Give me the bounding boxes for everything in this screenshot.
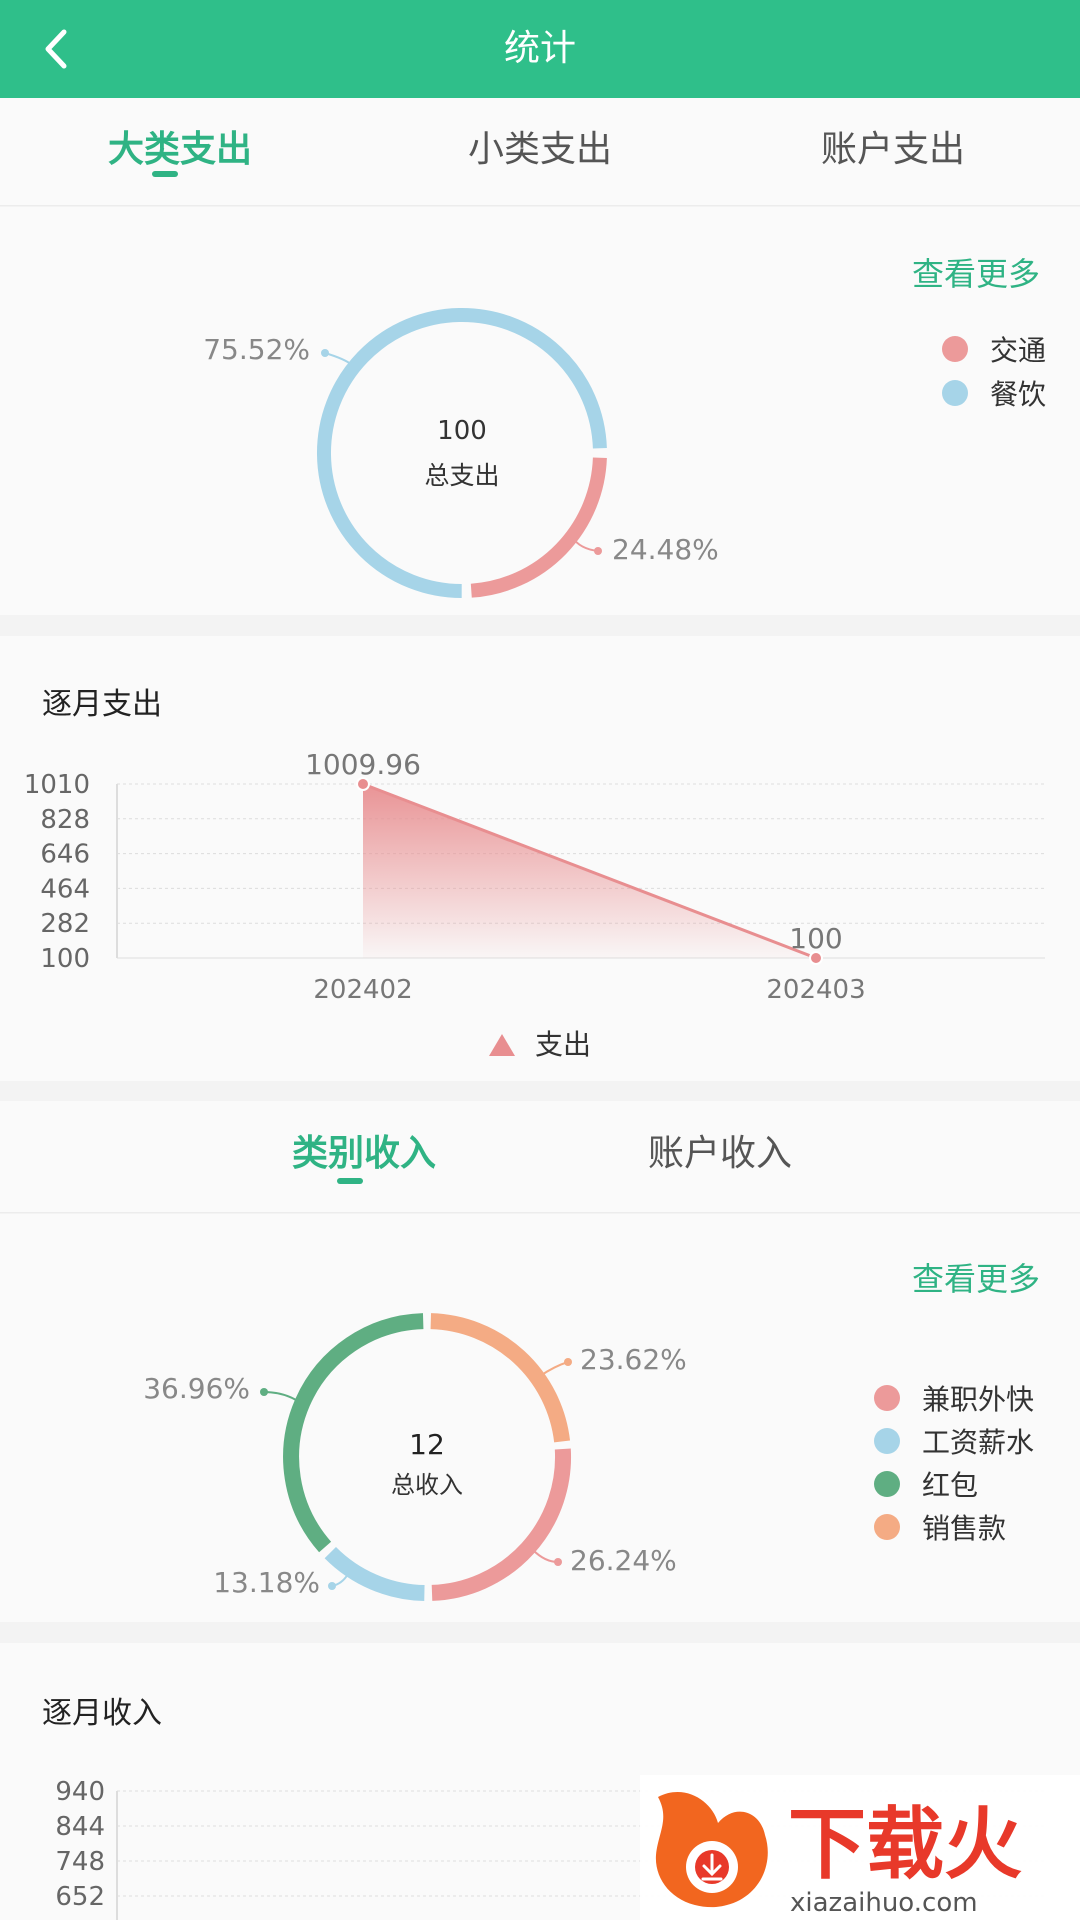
legend-dot bbox=[874, 1514, 900, 1540]
legend-label: 兼职外快 bbox=[922, 1383, 1035, 1416]
pie-label-food: 75.52% bbox=[203, 333, 310, 366]
tab-major-expense[interactable]: 大类支出 bbox=[60, 98, 300, 202]
pie-center-label: 总收入 bbox=[391, 1471, 463, 1499]
y-tick-label: 828 bbox=[40, 805, 90, 835]
expense-tab-bar: 大类支出 小类支出 账户支出 bbox=[0, 98, 1080, 206]
y-tick-label: 282 bbox=[40, 909, 90, 939]
legend-item-redpacket: 红包 bbox=[874, 1464, 978, 1504]
monthly-expense-chart: 1010 828 646 464 282 100 202402 202403 1009.96… bbox=[24, 748, 1045, 1061]
legend-label: 工资薪水 bbox=[922, 1426, 1035, 1459]
expense-pie-card: 查看更多 75.52% 24.48% 100 总支出 交通 餐饮 bbox=[0, 207, 1080, 615]
y-tick-label: 652 bbox=[55, 1882, 105, 1912]
y-tick-label: 464 bbox=[40, 874, 90, 904]
legend-label: 红包 bbox=[922, 1469, 979, 1502]
y-tick-label: 646 bbox=[40, 840, 90, 870]
legend-item-food: 餐饮 bbox=[942, 373, 1046, 413]
income-pie-chart: 36.96% 23.62% 26.24% 13.18% 12 总收入 bbox=[143, 1313, 687, 1601]
pie-slice-salary bbox=[324, 1546, 425, 1601]
pie-label-salary: 13.18% bbox=[213, 1566, 320, 1599]
pie-label-sales: 23.62% bbox=[580, 1343, 687, 1376]
pie-slice-redpacket bbox=[283, 1313, 424, 1553]
legend-dot bbox=[874, 1471, 900, 1497]
pie-center-label: 总支出 bbox=[424, 461, 499, 490]
app-bar: 统计 bbox=[0, 0, 1080, 98]
legend-dot bbox=[942, 380, 968, 406]
triangle-icon bbox=[489, 1034, 515, 1056]
active-tab-indicator bbox=[152, 171, 178, 177]
y-tick-label: 100 bbox=[40, 944, 90, 974]
legend-label: 销售款 bbox=[922, 1512, 1007, 1545]
monthly-expense-card: 逐月支出 1010 828 646 464 282 100 202402 202403 10… bbox=[0, 636, 1080, 1081]
leader-dot-traffic bbox=[594, 547, 602, 555]
y-tick-label: 748 bbox=[55, 1847, 105, 1877]
y-tick-label: 940 bbox=[55, 1777, 105, 1807]
tab-minor-expense[interactable]: 小类支出 bbox=[420, 98, 660, 202]
watermark-text-en: xiazaihuo.com bbox=[790, 1888, 978, 1918]
y-tick-label: 1010 bbox=[24, 770, 90, 800]
watermark-logo: 下载火 xiazaihuo.com bbox=[655, 1792, 1022, 1918]
watermark: 下载火 xiazaihuo.com bbox=[640, 1775, 1080, 1920]
legend-item-parttime: 兼职外快 bbox=[874, 1378, 1034, 1418]
pie-center-value: 100 bbox=[437, 416, 487, 446]
legend-item-salary: 工资薪水 bbox=[874, 1421, 1034, 1461]
income-tab-bar: 类别收入 账户收入 bbox=[0, 1101, 1080, 1213]
leader-dot-food bbox=[321, 349, 329, 357]
legend-item-traffic: 交通 bbox=[942, 329, 1046, 369]
chart-legend-label: 支出 bbox=[535, 1028, 591, 1061]
pie-label-redpacket: 36.96% bbox=[143, 1372, 250, 1405]
legend-label: 交通 bbox=[990, 334, 1047, 367]
legend-item-sales: 销售款 bbox=[874, 1507, 1006, 1547]
pie-center-value: 12 bbox=[409, 1428, 445, 1461]
leader-line-parttime bbox=[532, 1549, 559, 1563]
income-pie-card: 查看更多 36.96% 23.62% 26.24% 13.18% 12 总收入 … bbox=[0, 1214, 1080, 1622]
page-title: 统计 bbox=[503, 28, 576, 69]
tab-category-income[interactable]: 类别收入 bbox=[244, 1101, 484, 1207]
data-label: 1009.96 bbox=[305, 748, 421, 781]
tab-account-income[interactable]: 账户收入 bbox=[600, 1101, 840, 1207]
leader-line-redpacket bbox=[263, 1391, 297, 1401]
leader-dot-parttime bbox=[554, 1558, 562, 1566]
active-tab-indicator bbox=[337, 1178, 363, 1184]
legend-dot bbox=[874, 1385, 900, 1411]
watermark-text-cn: 下载火 bbox=[788, 1800, 1022, 1890]
pie-label-traffic: 24.48% bbox=[612, 533, 719, 566]
expense-pie-chart: 75.52% 24.48% 100 总支出 bbox=[203, 308, 719, 598]
legend-dot bbox=[874, 1428, 900, 1454]
y-tick-label: 844 bbox=[55, 1812, 105, 1842]
legend-label: 餐饮 bbox=[990, 378, 1047, 411]
data-label: 100 bbox=[789, 922, 842, 955]
leader-line-sales bbox=[539, 1361, 569, 1377]
pie-label-parttime: 26.24% bbox=[570, 1544, 677, 1577]
tab-account-expense[interactable]: 账户支出 bbox=[773, 98, 1013, 202]
leader-line-food bbox=[324, 352, 353, 366]
legend-dot bbox=[942, 336, 968, 362]
x-tick-label: 202402 bbox=[313, 975, 412, 1005]
pie-slice-sales bbox=[430, 1313, 571, 1443]
leader-dot-redpacket bbox=[260, 1388, 268, 1396]
x-tick-label: 202403 bbox=[766, 975, 865, 1005]
leader-dot-sales bbox=[564, 1358, 572, 1366]
leader-dot-salary bbox=[328, 1582, 336, 1590]
